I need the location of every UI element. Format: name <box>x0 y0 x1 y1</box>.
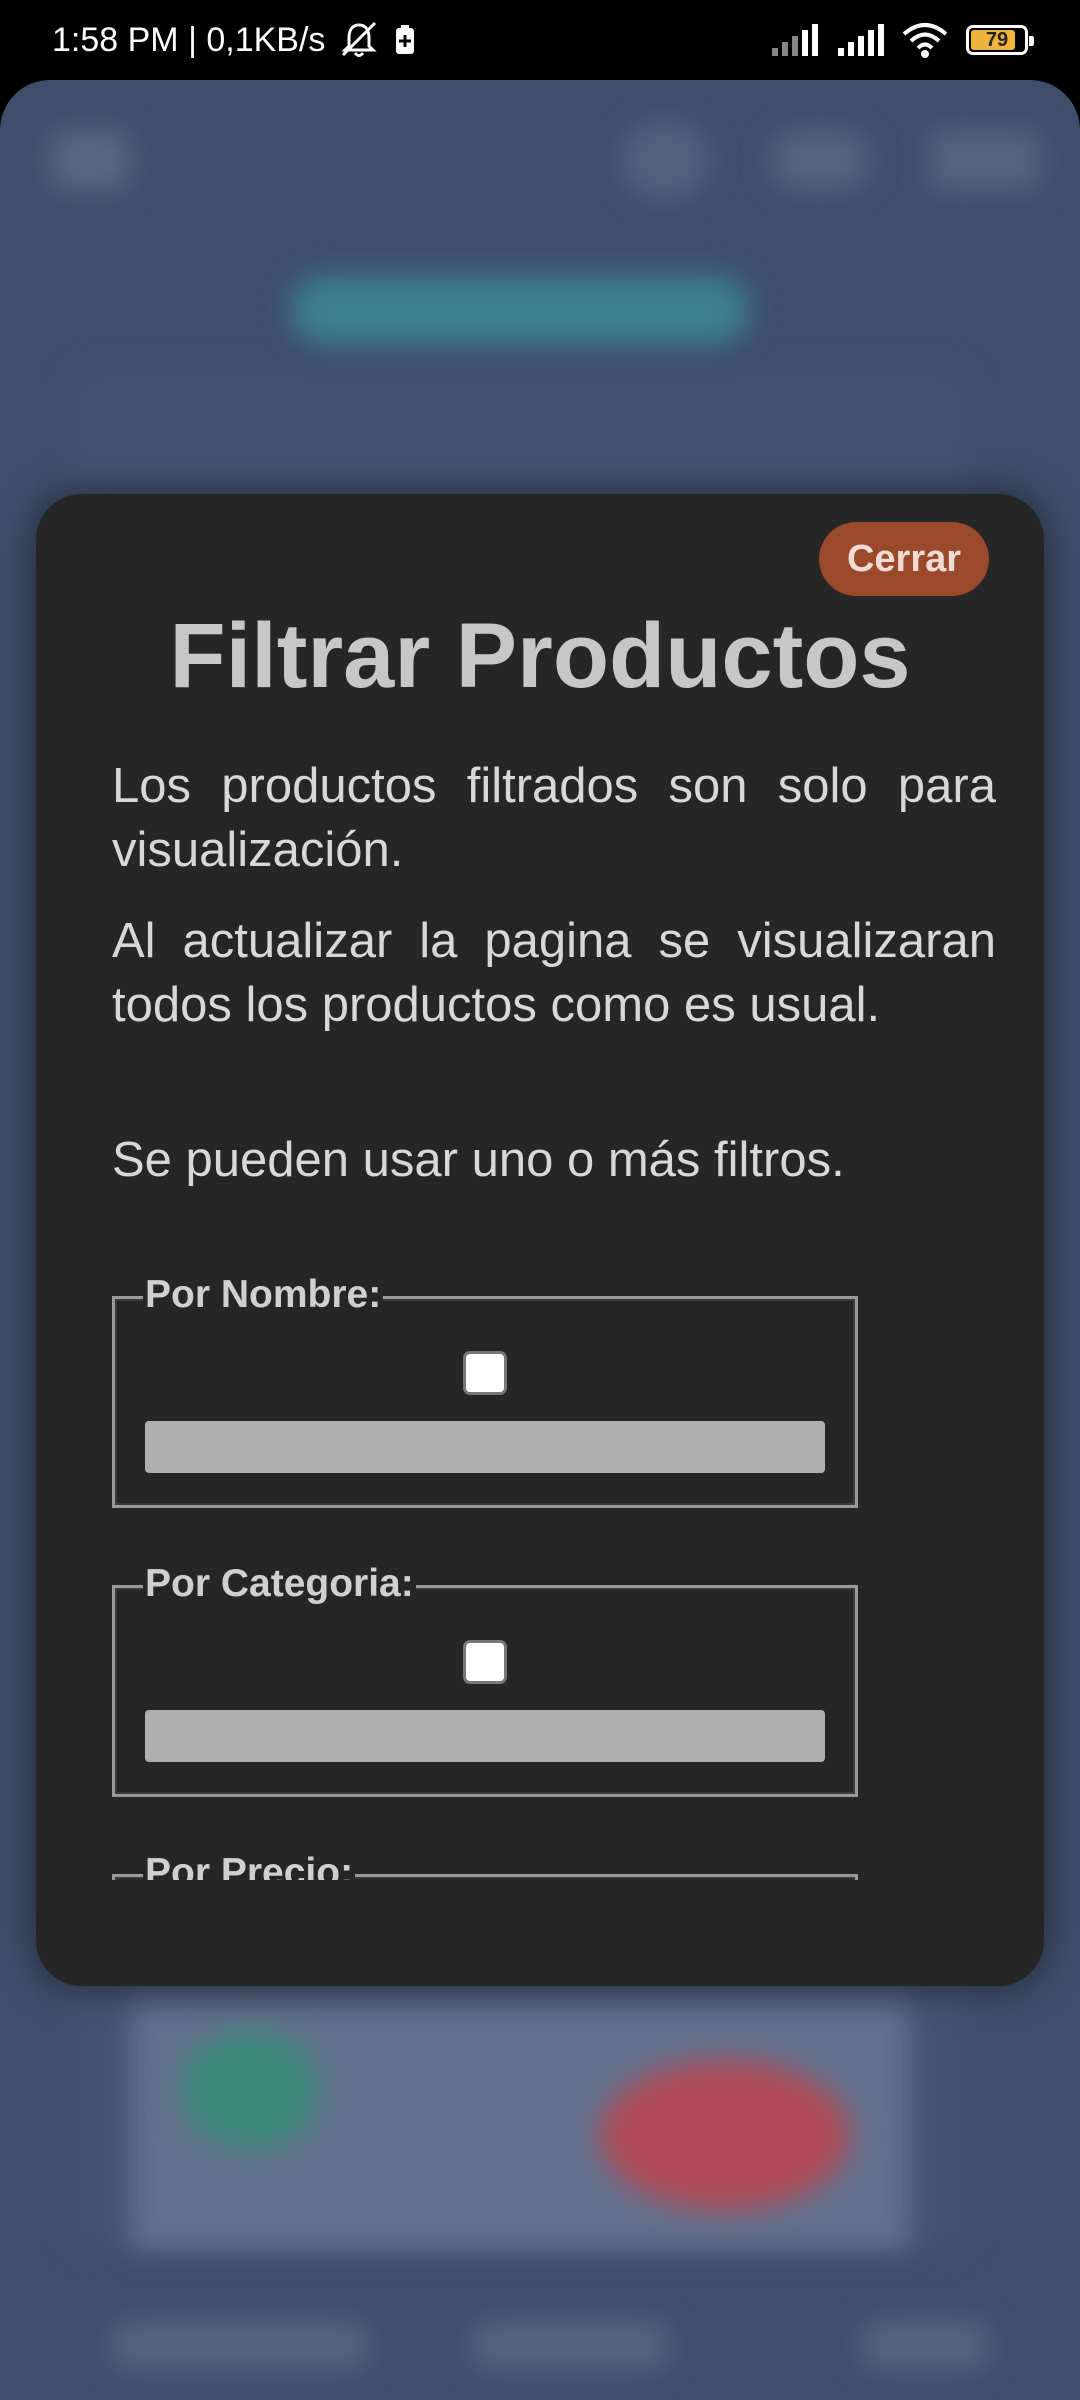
battery-saver-icon <box>396 25 415 54</box>
wifi-icon <box>902 23 948 58</box>
filter-name-checkbox[interactable] <box>463 1351 507 1395</box>
signal-icon <box>838 24 884 56</box>
battery-icon: 79 <box>966 25 1034 55</box>
scroll-clip <box>36 1880 1044 1986</box>
toggle-icon <box>770 130 870 190</box>
footer-item <box>470 2320 670 2370</box>
info-paragraph: Al actualizar la pagina se visualizaran … <box>112 914 996 1032</box>
info-paragraph: Los productos filtrados son solo para vi… <box>112 759 996 877</box>
info-paragraph: Se pueden usar uno o más filtros. <box>112 1133 845 1187</box>
modal-title: Filtrar Productos <box>169 605 911 707</box>
filter-category-legend: Por Categoria: <box>143 1562 416 1606</box>
product-image-detail <box>600 2060 850 2210</box>
footer-item <box>860 2320 990 2370</box>
product-image-detail <box>180 2030 320 2150</box>
filter-category-checkbox[interactable] <box>463 1640 507 1684</box>
status-time: 1:58 PM | 0,1KB/s <box>52 20 326 59</box>
theme-icon <box>620 120 710 200</box>
battery-level: 79 <box>985 28 1009 51</box>
filter-category-group: Por Categoria: <box>112 1562 858 1797</box>
footer-item <box>110 2320 370 2370</box>
cart-icon <box>930 130 1040 190</box>
filter-modal: Cerrar Filtrar Productos Los productos f… <box>36 494 1044 1986</box>
mute-bell-icon <box>341 21 378 57</box>
close-button[interactable]: Cerrar <box>819 522 989 596</box>
filter-name-legend: Por Nombre: <box>143 1273 384 1317</box>
menu-icon <box>50 130 130 190</box>
filter-name-group: Por Nombre: <box>112 1273 858 1508</box>
filter-name-input[interactable] <box>145 1421 825 1473</box>
filter-button-blurred <box>290 275 750 345</box>
status-left: 1:58 PM | 0,1KB/s <box>52 21 417 60</box>
signal-icon <box>772 24 818 56</box>
status-right: 79 <box>770 22 1034 58</box>
status-bar: 1:58 PM | 0,1KB/s 79 <box>0 0 1080 80</box>
filter-category-input[interactable] <box>145 1710 825 1762</box>
